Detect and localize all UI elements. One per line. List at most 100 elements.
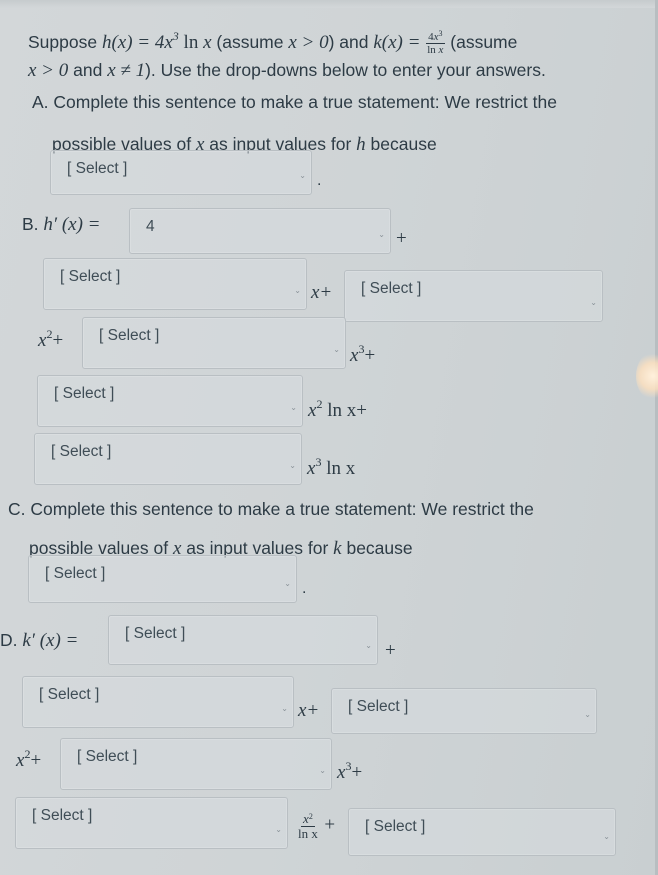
plus-sign: +: [324, 814, 336, 836]
chevron-down-icon: ⌄: [365, 641, 372, 650]
question-c-label: C.: [8, 499, 26, 519]
func-h: h: [356, 134, 366, 155]
question-a-line-1: A. Complete this sentence to make a true…: [32, 90, 557, 114]
select-value: [ Select ]: [32, 807, 93, 824]
chevron-down-icon: ⌄: [378, 230, 385, 239]
chevron-down-icon: ⌄: [275, 825, 282, 834]
light-glare: [636, 352, 658, 400]
k-fraction: 4x3 ln x: [425, 28, 445, 56]
plus-sign: +: [396, 228, 407, 249]
select-value: [ Select ]: [77, 748, 138, 765]
question-d-select-3[interactable]: [ Select ] ⌄: [331, 688, 597, 734]
select-value: [ Select ]: [60, 268, 121, 285]
question-b-select-2[interactable]: [ Select ] ⌄: [43, 258, 307, 310]
question-c-text: Complete this sentence to make a true st…: [30, 499, 534, 519]
chevron-down-icon: ⌄: [603, 832, 610, 841]
select-value: [ Select ]: [361, 280, 422, 297]
select-value: [ Select ]: [54, 385, 115, 402]
ln-x-plus: ln x+: [322, 400, 367, 421]
question-b-select-5[interactable]: [ Select ] ⌄: [37, 375, 303, 427]
select-value: [ Select ]: [67, 160, 128, 177]
intro-line-2: x > 0 and x ≠ 1). Use the drop-downs bel…: [28, 58, 546, 83]
term-x-squared-ln-x: x2 ln x+: [308, 398, 367, 422]
select-value: [ Select ]: [45, 565, 106, 582]
question-a-label: A.: [32, 92, 49, 112]
k-prime-expression: k′ (x) =: [22, 630, 79, 651]
question-c-select[interactable]: [ Select ] ⌄: [28, 555, 297, 603]
k-denominator: ln x: [427, 43, 444, 56]
numerator: x2: [301, 812, 315, 827]
k-definition: k(x) =: [373, 32, 426, 53]
question-c-text: because: [341, 538, 413, 558]
question-b-select-1[interactable]: 4 ⌄: [129, 208, 391, 254]
chevron-down-icon: ⌄: [590, 298, 597, 307]
question-d-select-5[interactable]: [ Select ] ⌄: [15, 797, 288, 849]
question-b-select-3[interactable]: [ Select ] ⌄: [344, 270, 603, 322]
select-value: [ Select ]: [125, 625, 186, 642]
assume-x-positive-2: x > 0: [28, 60, 69, 81]
term-x-cubed-plus: x3+: [337, 760, 363, 784]
term-x-cubed-plus: x3+: [350, 343, 376, 367]
assume-x-not-one: x ≠ 1: [107, 60, 146, 81]
question-c-line-1: C. Complete this sentence to make a true…: [8, 497, 534, 521]
fraction: x2 ln x: [296, 812, 320, 841]
question-d-select-6[interactable]: [ Select ] ⌄: [348, 808, 616, 856]
chevron-down-icon: ⌄: [289, 461, 296, 470]
question-b-select-6[interactable]: [ Select ] ⌄: [34, 433, 302, 485]
question-a-text: Complete this sentence to make a true st…: [53, 92, 557, 112]
select-value: [ Select ]: [51, 443, 112, 460]
question-a-text: because: [365, 134, 437, 154]
func-k: k: [333, 538, 342, 559]
select-value: [ Select ]: [39, 686, 100, 703]
plus-sign: +: [52, 330, 64, 351]
select-value: [ Select ]: [348, 698, 409, 715]
intro-line-1: Suppose h(x) = 4x3 ln x (assume x > 0) a…: [28, 28, 518, 56]
question-b-lhs: B. h′ (x) =: [22, 212, 101, 237]
exponent: 2: [308, 812, 313, 821]
chevron-down-icon: ⌄: [299, 171, 306, 180]
screen-top-edge: [0, 0, 658, 8]
chevron-down-icon: ⌄: [333, 345, 340, 354]
select-value: 4: [146, 218, 155, 235]
chevron-down-icon: ⌄: [284, 579, 291, 588]
plus-sign: +: [385, 640, 396, 661]
k-numerator: 4x3: [426, 28, 445, 44]
chevron-down-icon: ⌄: [294, 286, 301, 295]
intro-text: (assume: [211, 32, 289, 52]
question-b-label: B.: [22, 214, 39, 234]
chevron-down-icon: ⌄: [281, 704, 288, 713]
question-d-select-2[interactable]: [ Select ] ⌄: [22, 676, 294, 728]
intro-text: ) and: [328, 32, 374, 52]
intro-text: (assume: [445, 32, 518, 52]
term-x-cubed-ln-x: x3 ln x: [307, 456, 356, 480]
question-d-label: D.: [0, 630, 18, 650]
term-x-squared-plus: x2+: [16, 748, 42, 772]
term-x-plus: x+: [298, 700, 320, 721]
intro-text: ). Use the drop-downs below to enter you…: [145, 60, 546, 80]
intro-text: and: [68, 60, 108, 80]
question-d-lhs: D. k′ (x) =: [0, 628, 78, 653]
select-value: [ Select ]: [99, 327, 160, 344]
ln-x: ln x: [321, 458, 356, 479]
term-x-plus: x+: [311, 282, 333, 303]
term-x-squared-over-ln-x: x2 ln x +: [296, 812, 335, 841]
question-b-select-4[interactable]: [ Select ] ⌄: [82, 317, 346, 369]
question-a-select[interactable]: [ Select ] ⌄: [50, 150, 312, 195]
question-d-select-1[interactable]: [ Select ] ⌄: [108, 615, 378, 665]
question-d-select-4[interactable]: [ Select ] ⌄: [60, 738, 332, 790]
period: .: [317, 172, 322, 189]
intro-text: Suppose: [28, 32, 102, 52]
denominator: ln x: [298, 826, 318, 841]
select-value: [ Select ]: [365, 818, 426, 835]
chevron-down-icon: ⌄: [319, 766, 326, 775]
chevron-down-icon: ⌄: [290, 403, 297, 412]
period: .: [302, 580, 307, 597]
term-x-squared-plus: x2+: [38, 328, 64, 352]
chevron-down-icon: ⌄: [584, 710, 591, 719]
plus-sign: +: [351, 762, 363, 783]
plus-sign: +: [30, 750, 42, 771]
plus-sign: +: [364, 345, 376, 366]
h-prime-expression: h′ (x) =: [43, 214, 101, 235]
h-definition: h(x) = 4x3 ln x: [101, 29, 212, 53]
assume-x-positive: x > 0: [288, 32, 329, 53]
